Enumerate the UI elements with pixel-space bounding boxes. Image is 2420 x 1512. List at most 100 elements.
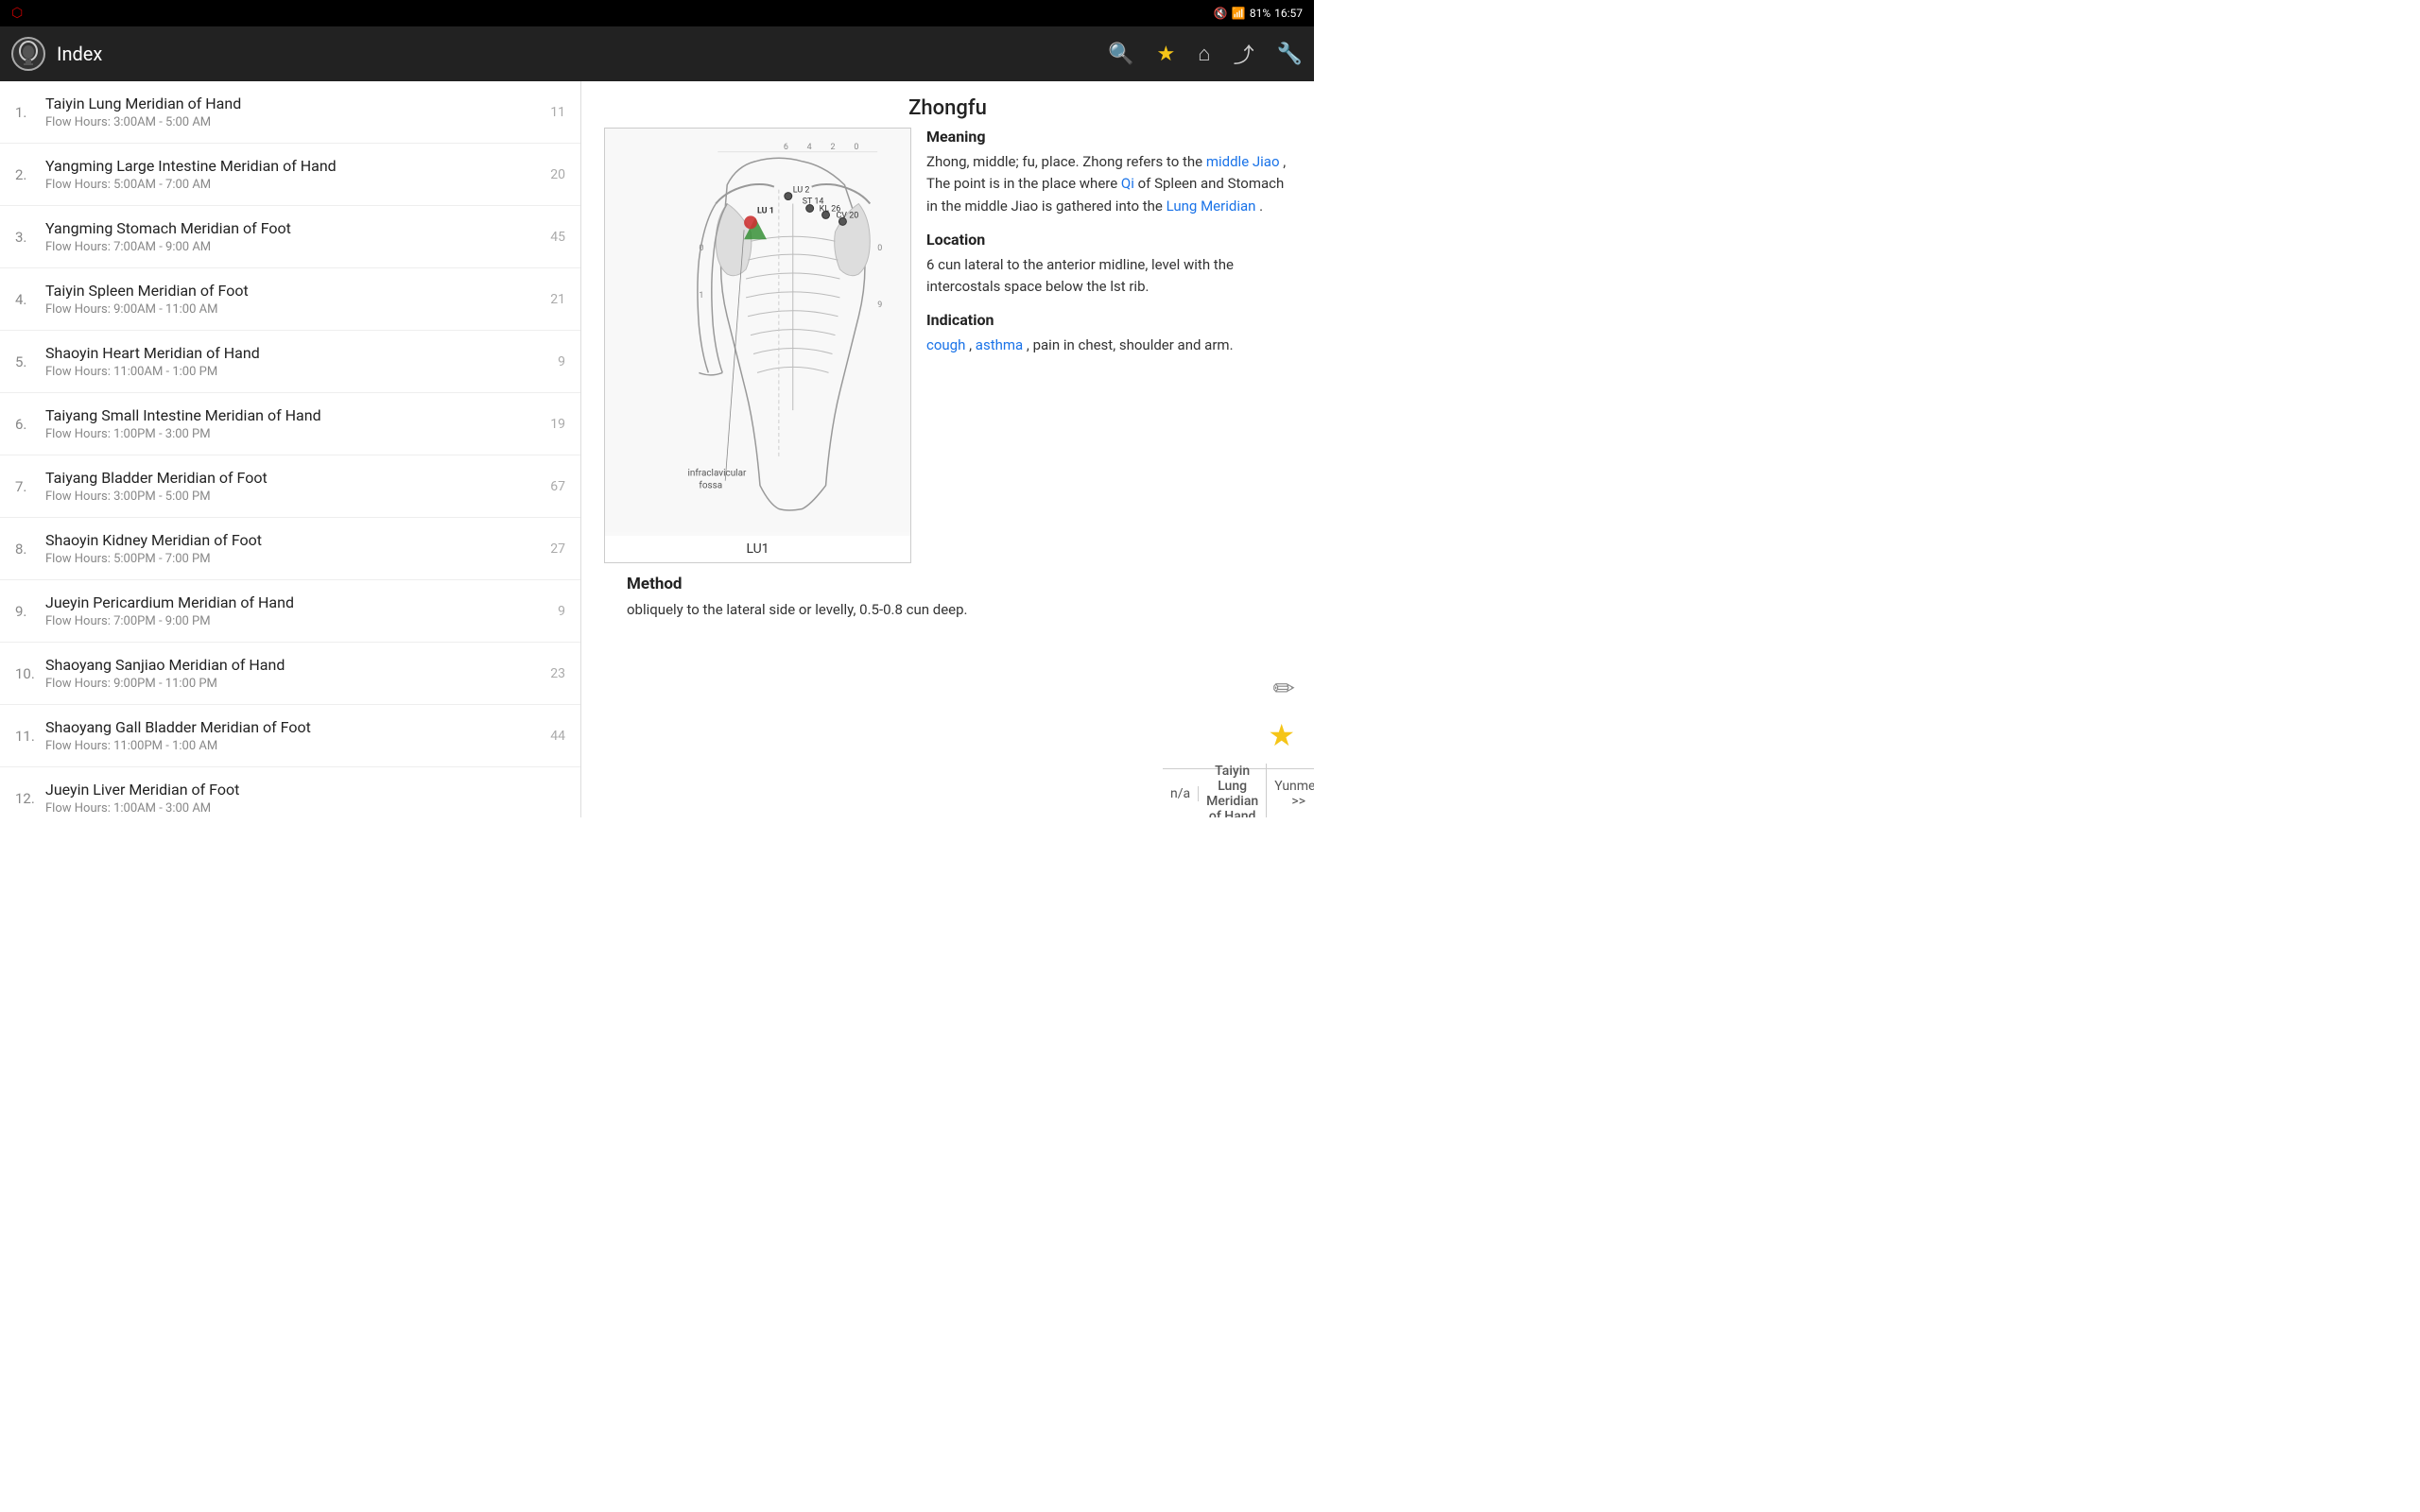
item-title: Yangming Large Intestine Meridian of Han… bbox=[45, 157, 543, 175]
item-title: Jueyin Liver Meridian of Foot bbox=[45, 781, 558, 799]
svg-text:fossa: fossa bbox=[699, 481, 722, 491]
list-item[interactable]: 12. Jueyin Liver Meridian of Foot Flow H… bbox=[0, 767, 580, 817]
item-subtitle: Flow Hours: 7:00AM - 9:00 AM bbox=[45, 240, 543, 254]
nav-next[interactable]: Yunmen >> bbox=[1267, 779, 1314, 809]
item-subtitle: Flow Hours: 7:00PM - 9:00 PM bbox=[45, 614, 550, 628]
indication-title: Indication bbox=[926, 311, 1291, 329]
list-item[interactable]: 11. Shaoyang Gall Bladder Meridian of Fo… bbox=[0, 705, 580, 767]
item-title: Taiyang Bladder Meridian of Foot bbox=[45, 469, 543, 487]
home-icon[interactable]: ⌂ bbox=[1198, 42, 1210, 66]
item-number: 2. bbox=[15, 166, 45, 183]
item-count: 21 bbox=[550, 292, 565, 307]
app-logo bbox=[11, 37, 45, 71]
main-layout: 1. Taiyin Lung Meridian of Hand Flow Hou… bbox=[0, 81, 1314, 817]
share-icon[interactable]: ⤴ bbox=[1234, 39, 1254, 69]
indication-link-1[interactable]: cough bbox=[926, 336, 965, 353]
list-item[interactable]: 2. Yangming Large Intestine Meridian of … bbox=[0, 144, 580, 206]
method-body: obliquely to the lateral side or levelly… bbox=[627, 599, 1269, 621]
item-content: Yangming Stomach Meridian of Foot Flow H… bbox=[45, 219, 543, 254]
item-subtitle: Flow Hours: 9:00AM - 11:00 AM bbox=[45, 302, 543, 317]
left-panel: 1. Taiyin Lung Meridian of Hand Flow Hou… bbox=[0, 81, 581, 817]
app-icon: ⬡ bbox=[11, 6, 23, 21]
detail-image: 0 2 4 6 0 9 0 1 bbox=[604, 128, 911, 563]
status-left: ⬡ bbox=[11, 6, 23, 21]
status-bar: ⬡ 🔇 📶 81% 16:57 bbox=[0, 0, 1314, 26]
item-subtitle: Flow Hours: 5:00AM - 7:00 AM bbox=[45, 178, 543, 192]
list-item[interactable]: 6. Taiyang Small Intestine Meridian of H… bbox=[0, 393, 580, 455]
item-content: Shaoyin Heart Meridian of Hand Flow Hour… bbox=[45, 344, 550, 379]
item-subtitle: Flow Hours: 11:00AM - 1:00 PM bbox=[45, 365, 550, 379]
meaning-link-1[interactable]: middle Jiao bbox=[1206, 153, 1280, 170]
item-title: Taiyang Small Intestine Meridian of Hand bbox=[45, 406, 543, 424]
item-subtitle: Flow Hours: 1:00AM - 3:00 AM bbox=[45, 801, 558, 816]
item-content: Taiyang Bladder Meridian of Foot Flow Ho… bbox=[45, 469, 543, 504]
list-item[interactable]: 4. Taiyin Spleen Meridian of Foot Flow H… bbox=[0, 268, 580, 331]
right-panel: Zhongfu 0 2 4 6 bbox=[581, 81, 1314, 817]
anatomy-diagram: 0 2 4 6 0 9 0 1 bbox=[605, 129, 910, 532]
method-section: Method obliquely to the lateral side or … bbox=[604, 575, 1291, 621]
svg-text:0: 0 bbox=[877, 244, 882, 253]
logo-icon bbox=[13, 39, 43, 69]
item-subtitle: Flow Hours: 3:00AM - 5:00 AM bbox=[45, 115, 543, 129]
item-number: 12. bbox=[15, 790, 45, 807]
star-icon[interactable]: ★ bbox=[1268, 717, 1295, 753]
item-content: Taiyin Spleen Meridian of Foot Flow Hour… bbox=[45, 282, 543, 317]
item-subtitle: Flow Hours: 9:00PM - 11:00 PM bbox=[45, 677, 543, 691]
item-content: Jueyin Liver Meridian of Foot Flow Hours… bbox=[45, 781, 558, 816]
item-subtitle: Flow Hours: 11:00PM - 1:00 AM bbox=[45, 739, 543, 753]
favorite-icon[interactable]: ★ bbox=[1157, 43, 1176, 66]
item-count: 44 bbox=[550, 729, 565, 744]
item-count: 20 bbox=[550, 167, 565, 182]
list-item[interactable]: 7. Taiyang Bladder Meridian of Foot Flow… bbox=[0, 455, 580, 518]
wifi-icon: 📶 bbox=[1232, 7, 1246, 20]
svg-text:2: 2 bbox=[831, 143, 836, 152]
item-content: Taiyin Lung Meridian of Hand Flow Hours:… bbox=[45, 94, 543, 129]
item-number: 9. bbox=[15, 603, 45, 620]
item-content: Shaoyang Gall Bladder Meridian of Foot F… bbox=[45, 718, 543, 753]
image-label: LU1 bbox=[605, 536, 910, 562]
item-number: 1. bbox=[15, 104, 45, 121]
nav-center[interactable]: Taiyin Lung Meridian of Hand bbox=[1199, 764, 1267, 818]
bottom-nav: n/a Taiyin Lung Meridian of Hand Yunmen … bbox=[1163, 768, 1314, 817]
svg-text:1: 1 bbox=[699, 291, 703, 301]
top-bar: Index 🔍 ★ ⌂ ⤴ 🔧 bbox=[0, 26, 1314, 81]
item-title: Taiyin Lung Meridian of Hand bbox=[45, 94, 543, 112]
list-item[interactable]: 9. Jueyin Pericardium Meridian of Hand F… bbox=[0, 580, 580, 643]
list-item[interactable]: 1. Taiyin Lung Meridian of Hand Flow Hou… bbox=[0, 81, 580, 144]
list-item[interactable]: 8. Shaoyin Kidney Meridian of Foot Flow … bbox=[0, 518, 580, 580]
item-title: Taiyin Spleen Meridian of Foot bbox=[45, 282, 543, 300]
svg-text:9: 9 bbox=[877, 301, 882, 310]
meaning-text-1: Zhong, middle; fu, place. Zhong refers t… bbox=[926, 153, 1202, 170]
indication-link-2[interactable]: asthma bbox=[976, 336, 1023, 353]
indication-comma: , bbox=[969, 336, 976, 353]
list-item[interactable]: 5. Shaoyin Heart Meridian of Hand Flow H… bbox=[0, 331, 580, 393]
detail-top: 0 2 4 6 0 9 0 1 bbox=[604, 128, 1291, 563]
item-content: Yangming Large Intestine Meridian of Han… bbox=[45, 157, 543, 192]
meaning-link-3[interactable]: Lung Meridian bbox=[1167, 198, 1256, 215]
indication-body: cough , asthma , pain in chest, shoulder… bbox=[926, 335, 1291, 356]
location-body: 6 cun lateral to the anterior midline, l… bbox=[926, 254, 1291, 299]
detail-title: Zhongfu bbox=[581, 81, 1314, 128]
list-item[interactable]: 10. Shaoyang Sanjiao Meridian of Hand Fl… bbox=[0, 643, 580, 705]
item-number: 10. bbox=[15, 665, 45, 682]
top-bar-actions: 🔍 ★ ⌂ ⤴ 🔧 bbox=[1108, 39, 1303, 69]
item-content: Taiyang Small Intestine Meridian of Hand… bbox=[45, 406, 543, 441]
item-title: Shaoyin Heart Meridian of Hand bbox=[45, 344, 550, 362]
meaning-link-2[interactable]: Qi bbox=[1121, 175, 1134, 192]
settings-icon[interactable]: 🔧 bbox=[1277, 43, 1303, 66]
item-count: 9 bbox=[558, 604, 565, 619]
nav-prev[interactable]: n/a bbox=[1163, 786, 1199, 801]
item-number: 8. bbox=[15, 541, 45, 558]
edit-icon[interactable]: ✏ bbox=[1273, 673, 1295, 704]
list-item[interactable]: 3. Yangming Stomach Meridian of Foot Flo… bbox=[0, 206, 580, 268]
item-title: Shaoyang Gall Bladder Meridian of Foot bbox=[45, 718, 543, 736]
svg-text:4: 4 bbox=[807, 143, 812, 152]
item-title: Yangming Stomach Meridian of Foot bbox=[45, 219, 543, 237]
item-content: Shaoyin Kidney Meridian of Foot Flow Hou… bbox=[45, 531, 543, 566]
search-icon[interactable]: 🔍 bbox=[1108, 43, 1133, 66]
battery-text: 81% bbox=[1250, 7, 1270, 20]
meaning-text-4: . bbox=[1259, 198, 1263, 215]
item-number: 5. bbox=[15, 353, 45, 370]
item-number: 7. bbox=[15, 478, 45, 495]
item-subtitle: Flow Hours: 3:00PM - 5:00 PM bbox=[45, 490, 543, 504]
